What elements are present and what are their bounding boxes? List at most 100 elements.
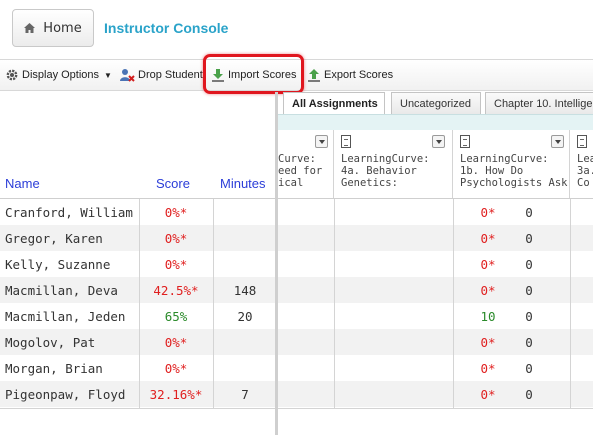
drop-student-button[interactable]: Drop Student	[119, 60, 203, 90]
assignment-score-value: 0	[480, 335, 488, 350]
export-icon	[308, 69, 320, 82]
assignment-score-value: 0	[480, 231, 488, 246]
assignment-score[interactable]: 0*	[474, 205, 502, 220]
table-bottom-rule	[278, 408, 593, 409]
column-menu-dropdown[interactable]	[551, 135, 564, 148]
assignment-minutes: 0	[525, 361, 533, 376]
overall-score: 0%*	[140, 205, 212, 220]
column-menu-dropdown[interactable]	[432, 135, 445, 148]
overall-score: 32.16%*	[140, 387, 212, 402]
column-header-score[interactable]: Score	[156, 176, 190, 191]
assignment-title: LearningCurve: 4a. Behavior Genetics:	[341, 153, 430, 189]
assignment-row: 0* 0	[278, 199, 593, 225]
student-row[interactable]: Mogolov, Pat 0%*	[0, 329, 276, 355]
student-name[interactable]: Macmillan, Deva	[5, 283, 118, 298]
student-name[interactable]: Gregor, Karen	[5, 231, 103, 246]
overall-score: 42.5%*	[140, 283, 212, 298]
tab-chapter-10[interactable]: Chapter 10. Intellige	[485, 92, 593, 114]
assignment-row: 0* 0	[278, 251, 593, 277]
student-row[interactable]: Macmillan, Jeden 65% 20	[0, 303, 276, 329]
score-column-divider	[139, 199, 140, 409]
assignment-minutes: 0	[525, 283, 533, 298]
assignment-score[interactable]: 10	[474, 309, 502, 324]
score-value: 65%	[164, 309, 188, 324]
assignment-minutes: 0	[525, 335, 533, 350]
page-title: Instructor Console	[104, 20, 229, 36]
overall-score: 0%*	[140, 231, 212, 246]
column-menu-dropdown[interactable]	[315, 135, 328, 148]
student-name[interactable]: Cranford, William	[5, 205, 133, 220]
assignment-column-header[interactable]: Lea 3a. Co	[571, 130, 593, 198]
student-row[interactable]: Morgan, Brian 0%*	[0, 355, 276, 381]
overall-score: 0%*	[140, 257, 212, 272]
assignment-score[interactable]: 0*	[474, 387, 502, 402]
assignment-score-value: 0	[480, 361, 488, 376]
document-icon	[577, 135, 587, 148]
student-row[interactable]: Kelly, Suzanne 0%*	[0, 251, 276, 277]
incomplete-marker: *	[179, 257, 188, 272]
incomplete-marker: *	[488, 283, 496, 298]
assignment-score[interactable]: 0*	[474, 257, 502, 272]
assignment-row: 0* 0	[278, 355, 593, 381]
assignment-row: 0* 0	[278, 381, 593, 407]
export-scores-button[interactable]: Export Scores	[307, 60, 393, 90]
assignment-title: Curve: eed for ical	[278, 153, 323, 189]
gear-icon	[6, 69, 18, 81]
incomplete-marker: *	[488, 205, 496, 220]
home-icon	[24, 23, 36, 33]
minutes-value: 20	[237, 309, 253, 324]
score-value: 0%	[164, 335, 180, 350]
student-name[interactable]: Morgan, Brian	[5, 361, 103, 376]
student-row[interactable]: Macmillan, Deva 42.5%* 148	[0, 277, 276, 303]
assignment-score-value: 0	[480, 387, 488, 402]
student-row[interactable]: Gregor, Karen 0%*	[0, 225, 276, 251]
assignment-score[interactable]: 0*	[474, 283, 502, 298]
incomplete-marker: *	[194, 387, 203, 402]
assignment-column-header[interactable]: LearningCurve: 4a. Behavior Genetics:	[335, 130, 453, 198]
assignment-score-value: 0	[480, 283, 488, 298]
home-label: Home	[43, 20, 82, 36]
chevron-down-icon: ▼	[104, 70, 112, 80]
student-name[interactable]: Pigeonpaw, Floyd	[5, 387, 125, 402]
score-value: 0%	[164, 205, 180, 220]
incomplete-marker: *	[179, 335, 188, 350]
assignment-minutes: 0	[525, 309, 533, 324]
tab-uncategorized[interactable]: Uncategorized	[391, 92, 481, 114]
minutes-value: 7	[241, 387, 249, 402]
incomplete-marker: *	[488, 361, 496, 376]
tab-all-assignments[interactable]: All Assignments	[283, 92, 385, 114]
assignment-title: LearningCurve: 1b. How Do Psychologists …	[460, 153, 568, 189]
incomplete-marker: *	[488, 231, 496, 246]
column-header-minutes[interactable]: Minutes	[220, 176, 266, 191]
score-value: 0%	[164, 257, 180, 272]
assignment-row: 10 0	[278, 303, 593, 329]
assignment-score-value: 10	[480, 309, 496, 324]
overall-score: 0%*	[140, 335, 212, 350]
drop-student-label: Drop Student	[138, 69, 203, 81]
assignment-score[interactable]: 0*	[474, 231, 502, 246]
drop-user-icon	[120, 69, 135, 82]
assignment-score[interactable]: 0*	[474, 361, 502, 376]
incomplete-marker: *	[488, 387, 496, 402]
incomplete-marker: *	[179, 361, 188, 376]
assignment-minutes: 0	[525, 205, 533, 220]
assignment-row: 0* 0	[278, 277, 593, 303]
student-name[interactable]: Mogolov, Pat	[5, 335, 95, 350]
student-name[interactable]: Macmillan, Jeden	[5, 309, 125, 324]
assignment-column-header[interactable]: Curve: eed for ical	[278, 130, 334, 198]
assignment-minutes: 0	[525, 231, 533, 246]
assignment-score[interactable]: 0*	[474, 335, 502, 350]
assignment-row: 0* 0	[278, 329, 593, 355]
student-name[interactable]: Kelly, Suzanne	[5, 257, 110, 272]
incomplete-marker: *	[179, 231, 188, 246]
assignment-row: 0* 0	[278, 225, 593, 251]
assignment-minutes: 0	[525, 387, 533, 402]
student-row[interactable]: Cranford, William 0%*	[0, 199, 276, 225]
incomplete-marker: *	[488, 335, 496, 350]
column-header-name[interactable]: Name	[5, 176, 40, 191]
document-icon	[460, 135, 470, 148]
student-row[interactable]: Pigeonpaw, Floyd 32.16%* 7	[0, 381, 276, 407]
home-button[interactable]: Home	[12, 9, 94, 47]
assignment-column-header[interactable]: LearningCurve: 1b. How Do Psychologists …	[454, 130, 570, 198]
display-options-button[interactable]: Display Options ▼	[5, 60, 112, 90]
